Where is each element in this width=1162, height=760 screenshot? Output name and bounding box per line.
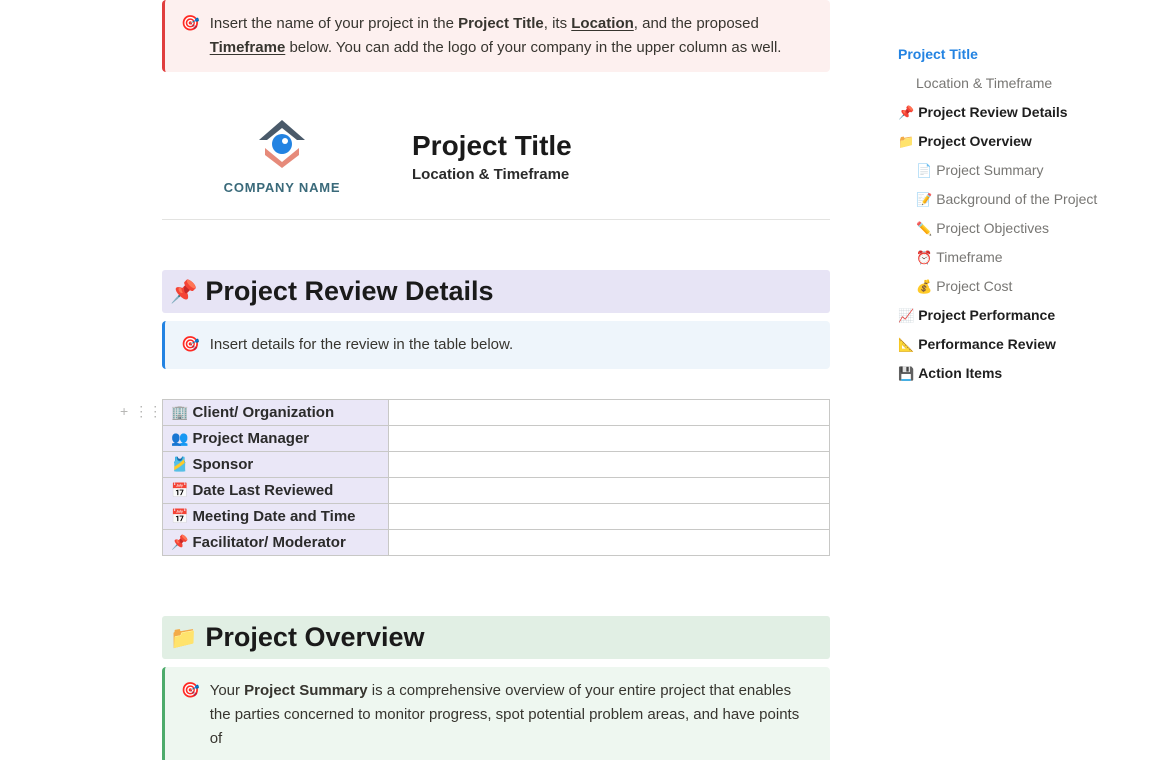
toc-item[interactable]: Project Title	[898, 40, 1150, 69]
toc-item-label: Project Summary	[936, 160, 1043, 181]
row-icon: 🎽	[171, 456, 188, 472]
toc-item-icon: ⏰	[916, 248, 932, 268]
table-label-cell[interactable]: 🏢Client/ Organization	[163, 400, 389, 426]
target-icon: 🎯	[181, 679, 200, 703]
table-label-cell[interactable]: 👥Project Manager	[163, 426, 389, 452]
toc-item[interactable]: ✏️Project Objectives	[898, 214, 1150, 243]
toc-item-label: Project Overview	[918, 131, 1032, 152]
toc-item-icon: 📈	[898, 306, 914, 326]
toc-item-icon: 📄	[916, 161, 932, 181]
table-value-cell[interactable]	[389, 400, 830, 426]
callout-overview: 🎯 Your Project Summary is a comprehensiv…	[162, 667, 830, 760]
row-icon: 👥	[171, 430, 188, 446]
section-heading-review[interactable]: Project Review Details	[205, 276, 493, 307]
toc-item-label: Project Review Details	[918, 102, 1067, 123]
toc-item[interactable]: 📝Background of the Project	[898, 185, 1150, 214]
table-row[interactable]: 👥Project Manager	[163, 426, 830, 452]
add-block-icon[interactable]: +	[120, 403, 128, 420]
section-heading-overview[interactable]: Project Overview	[205, 622, 424, 653]
toc-item[interactable]: 📄Project Summary	[898, 156, 1150, 185]
company-name: COMPANY NAME	[162, 180, 402, 195]
toc-item-icon: 💰	[916, 277, 932, 297]
folder-icon: 📁	[170, 625, 197, 651]
review-details-table[interactable]: 🏢Client/ Organization👥Project Manager🎽Sp…	[162, 399, 830, 556]
block-gutter-controls[interactable]: + ⋮⋮	[120, 403, 162, 420]
row-icon: 📌	[171, 534, 188, 550]
toc-item-icon: 📐	[898, 335, 914, 355]
row-label: Facilitator/ Moderator	[192, 534, 345, 551]
row-label: Project Manager	[192, 430, 309, 447]
row-icon: 📅	[171, 482, 188, 498]
toc-item[interactable]: 📁Project Overview	[898, 127, 1150, 156]
pushpin-icon: 📌	[170, 279, 197, 305]
toc-item-icon: 📝	[916, 190, 932, 210]
table-row[interactable]: 📅Meeting Date and Time	[163, 504, 830, 530]
callout-review-body[interactable]: Insert details for the review in the tab…	[210, 333, 814, 357]
row-label: Meeting Date and Time	[192, 508, 355, 525]
table-value-cell[interactable]	[389, 426, 830, 452]
toc-item-label: Performance Review	[918, 334, 1056, 355]
toc-item-label: Location & Timeframe	[916, 73, 1052, 94]
table-label-cell[interactable]: 🎽Sponsor	[163, 452, 389, 478]
row-icon: 🏢	[171, 404, 188, 420]
table-row[interactable]: 📅Date Last Reviewed	[163, 478, 830, 504]
toc-item-label: Action Items	[918, 363, 1002, 384]
toc-item[interactable]: 📈Project Performance	[898, 301, 1150, 330]
table-value-cell[interactable]	[389, 530, 830, 556]
toc-item[interactable]: 💰Project Cost	[898, 272, 1150, 301]
toc-item-label: Project Performance	[918, 305, 1055, 326]
table-of-contents: Project TitleLocation & Timeframe📌Projec…	[882, 0, 1162, 760]
drag-handle-icon[interactable]: ⋮⋮	[134, 403, 162, 420]
row-icon: 📅	[171, 508, 188, 524]
table-label-cell[interactable]: 📌Facilitator/ Moderator	[163, 530, 389, 556]
table-value-cell[interactable]	[389, 478, 830, 504]
callout-overview-body[interactable]: Your Project Summary is a comprehensive …	[210, 679, 814, 751]
toc-item-label: Project Title	[898, 44, 978, 65]
toc-item[interactable]: 📐Performance Review	[898, 330, 1150, 359]
target-icon: 🎯	[181, 333, 200, 357]
row-label: Client/ Organization	[192, 404, 334, 421]
toc-item-icon: 📌	[898, 103, 914, 123]
title-column[interactable]: Project Title Location & Timeframe	[402, 130, 830, 183]
toc-item-icon: 📁	[898, 132, 914, 152]
section-header-review: 📌 Project Review Details	[162, 270, 830, 313]
company-logo-icon	[247, 118, 317, 174]
table-row[interactable]: 🏢Client/ Organization	[163, 400, 830, 426]
toc-item[interactable]: Location & Timeframe	[898, 69, 1150, 98]
main-document: 🎯 Insert the name of your project in the…	[0, 0, 882, 760]
table-label-cell[interactable]: 📅Meeting Date and Time	[163, 504, 389, 530]
row-label: Sponsor	[192, 456, 253, 473]
callout-intro-body[interactable]: Insert the name of your project in the P…	[210, 12, 814, 60]
project-subtitle: Location & Timeframe	[412, 166, 830, 183]
toc-item-label: Project Objectives	[936, 218, 1049, 239]
callout-review: 🎯 Insert details for the review in the t…	[162, 321, 830, 369]
toc-item-label: Background of the Project	[936, 189, 1097, 210]
toc-item-label: Timeframe	[936, 247, 1002, 268]
project-header: COMPANY NAME Project Title Location & Ti…	[162, 100, 830, 220]
logo-column[interactable]: COMPANY NAME	[162, 118, 402, 195]
toc-item[interactable]: 📌Project Review Details	[898, 98, 1150, 127]
row-label: Date Last Reviewed	[192, 482, 333, 499]
toc-item[interactable]: 💾Action Items	[898, 359, 1150, 388]
table-label-cell[interactable]: 📅Date Last Reviewed	[163, 478, 389, 504]
callout-intro: 🎯 Insert the name of your project in the…	[162, 0, 830, 72]
target-icon: 🎯	[181, 12, 200, 36]
table-value-cell[interactable]	[389, 452, 830, 478]
section-header-overview: 📁 Project Overview	[162, 616, 830, 659]
toc-item-label: Project Cost	[936, 276, 1012, 297]
table-row[interactable]: 📌Facilitator/ Moderator	[163, 530, 830, 556]
project-title: Project Title	[412, 130, 830, 162]
table-row[interactable]: 🎽Sponsor	[163, 452, 830, 478]
toc-item-icon: ✏️	[916, 219, 932, 239]
toc-item-icon: 💾	[898, 364, 914, 384]
toc-item[interactable]: ⏰Timeframe	[898, 243, 1150, 272]
table-value-cell[interactable]	[389, 504, 830, 530]
